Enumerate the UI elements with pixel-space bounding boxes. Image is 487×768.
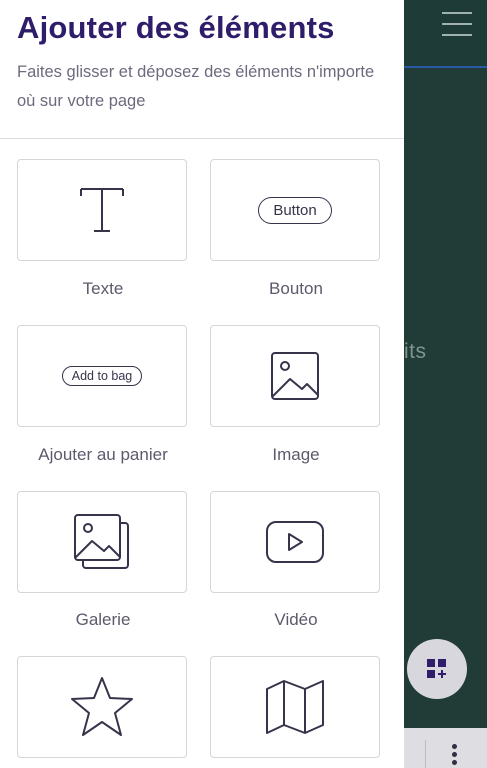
element-card-video[interactable] — [210, 491, 380, 593]
menu-hamburger-icon[interactable] — [442, 12, 472, 36]
panel-subtitle: Faites glisser et déposez des éléments n… — [17, 63, 375, 110]
text-t-icon — [80, 188, 124, 232]
element-card-button[interactable]: Button — [210, 159, 380, 261]
element-label-gallery: Galerie — [75, 610, 131, 629]
panel-divider — [0, 138, 404, 139]
element-label-text: Texte — [82, 279, 124, 298]
map-icon — [266, 680, 324, 734]
element-label-image: Image — [272, 445, 320, 464]
background-partial-text: its — [404, 340, 427, 363]
panel-title: Ajouter des éléments — [17, 10, 335, 45]
element-card-map[interactable] — [210, 656, 380, 758]
add-to-bag-preview: Add to bag — [61, 366, 143, 386]
element-card-rating[interactable] — [17, 656, 187, 758]
gallery-icon — [74, 514, 129, 569]
element-label-add-to-cart: Ajouter au panier — [38, 445, 168, 464]
bottom-toolbar — [404, 728, 487, 768]
video-play-icon — [266, 521, 324, 563]
add-elements-button[interactable] — [407, 639, 467, 699]
add-section-icon — [427, 659, 446, 678]
image-icon — [271, 352, 319, 400]
element-card-text[interactable] — [17, 159, 187, 261]
star-icon — [71, 677, 133, 736]
more-options-icon[interactable] — [452, 744, 458, 768]
add-elements-panel: Ajouter des éléments Faites glisser et d… — [0, 0, 404, 768]
element-card-gallery[interactable] — [17, 491, 187, 593]
element-label-video: Vidéo — [274, 610, 318, 629]
button-preview: Button — [258, 196, 332, 224]
element-label-button: Bouton — [269, 279, 323, 298]
toolbar-divider — [425, 740, 426, 768]
element-card-add-to-cart[interactable]: Add to bag — [17, 325, 187, 427]
element-card-image[interactable] — [210, 325, 380, 427]
